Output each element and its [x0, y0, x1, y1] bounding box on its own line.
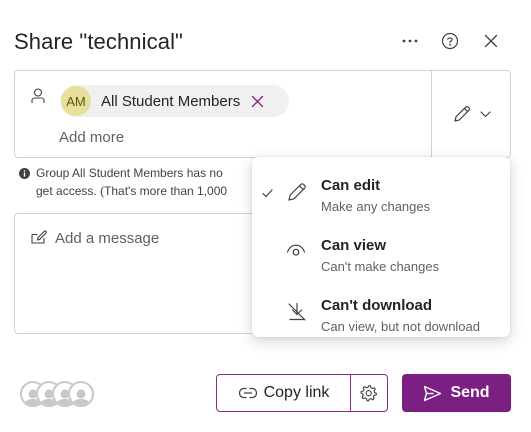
option-title: Can't download: [321, 297, 433, 314]
option-description: Can't make changes: [321, 259, 440, 274]
question-circle-icon: [441, 32, 459, 50]
recipient-chip[interactable]: AM All Student Members: [60, 85, 289, 117]
link-settings-button[interactable]: [351, 375, 387, 411]
copy-link-label: Copy link: [263, 384, 330, 401]
message-box: [14, 213, 274, 334]
close-button[interactable]: [479, 29, 503, 53]
more-options-button[interactable]: [398, 29, 422, 53]
info-icon: [19, 168, 30, 179]
close-icon: [251, 95, 263, 107]
option-description: Can view, but not download: [321, 319, 480, 334]
pencil-icon: [288, 183, 306, 201]
recipients-box: AM All Student Members: [14, 70, 511, 158]
pencil-icon: [453, 106, 470, 122]
checkmark-icon: [262, 189, 273, 198]
send-label: Send: [450, 384, 490, 401]
chevron-down-icon: [479, 110, 491, 117]
permission-menu: Can edit Make any changes Can view Can't…: [252, 157, 510, 337]
recipient-avatar: AM: [61, 86, 91, 116]
message-input[interactable]: [55, 230, 255, 247]
dialog-title: Share "technical": [14, 29, 183, 54]
send-icon: [424, 385, 442, 401]
send-button[interactable]: Send: [402, 374, 511, 412]
notice-line: Group All Student Members has no: [36, 166, 223, 180]
option-title: Can view: [321, 237, 387, 254]
gear-icon: [360, 384, 377, 402]
permission-option-can-edit[interactable]: Can edit Make any changes: [252, 163, 510, 219]
option-description: Make any changes: [321, 199, 431, 214]
copy-link-group: Copy link: [216, 374, 388, 412]
more-horizontal-icon: [402, 39, 418, 43]
person-icon: [31, 88, 45, 103]
recipient-name: All Student Members: [101, 92, 241, 110]
edit-message-icon: [31, 230, 47, 244]
group-access-notice: Group All Student Members has no get acc…: [36, 164, 252, 200]
permission-dropdown-button[interactable]: [432, 71, 510, 157]
shared-with-avatars[interactable]: [20, 381, 96, 409]
notice-line: get access. (That's more than 1,000: [36, 184, 228, 198]
permission-option-cant-download[interactable]: Can't download Can view, but not downloa…: [252, 283, 510, 339]
permission-option-can-view[interactable]: Can view Can't make changes: [252, 223, 510, 279]
add-recipient-input[interactable]: [59, 129, 259, 146]
remove-recipient-button[interactable]: [249, 93, 265, 109]
avatar: [68, 381, 94, 407]
person-silhouette-icon: [72, 389, 90, 405]
no-download-icon: [288, 302, 306, 321]
close-icon: [484, 34, 498, 48]
link-icon: [238, 387, 257, 399]
eye-icon: [286, 244, 306, 256]
copy-link-button[interactable]: Copy link: [217, 375, 350, 411]
help-button[interactable]: [438, 29, 462, 53]
option-title: Can edit: [321, 177, 381, 194]
